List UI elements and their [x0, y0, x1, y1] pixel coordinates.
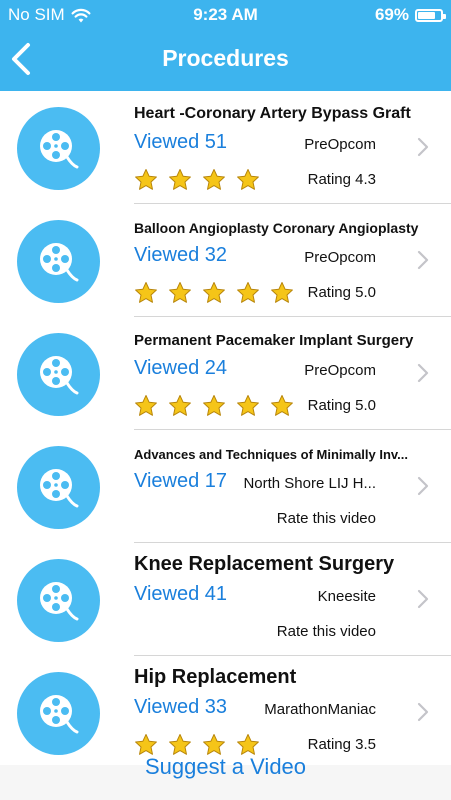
star-icon [169, 282, 191, 303]
battery-icon [415, 8, 446, 22]
star-icon [203, 395, 225, 416]
star-icon [169, 169, 191, 190]
procedure-list: Heart -Coronary Artery Bypass Graft View… [0, 91, 451, 769]
view-count: Viewed 41 [134, 583, 228, 605]
procedure-row[interactable]: Hip Replacement Viewed 33 MarathonManiac… [0, 656, 451, 769]
view-count: Viewed 51 [134, 131, 228, 153]
film-reel-icon [40, 130, 79, 169]
film-reel-icon [40, 695, 79, 734]
star-icon [237, 395, 259, 416]
film-reel-icon [40, 356, 79, 395]
star-icon [237, 169, 259, 190]
navigation-bar: No SIM 9:23 AM 69% Procedures [0, 0, 451, 91]
chevron-right-icon [417, 476, 429, 496]
procedure-row[interactable]: Balloon Angioplasty Coronary Angioplasty… [0, 204, 451, 317]
film-reel-icon [40, 243, 79, 282]
video-thumbnail [17, 672, 100, 755]
video-thumbnail [17, 333, 100, 416]
view-count: Viewed 32 [134, 244, 228, 266]
star-icon [135, 169, 157, 190]
star-icon [271, 282, 293, 303]
procedure-row[interactable]: Knee Replacement Surgery Viewed 41 Knees… [0, 543, 451, 656]
procedure-title: Hip Replacement [134, 666, 297, 688]
video-thumbnail [17, 107, 100, 190]
video-thumbnail [17, 446, 100, 529]
star-icon [237, 282, 259, 303]
view-count: Viewed 17 [134, 470, 228, 492]
rate-video-link[interactable]: Rate this video [277, 623, 376, 640]
star-icon [169, 395, 191, 416]
procedure-title: Advances and Techniques of Minimally Inv… [134, 447, 409, 462]
source-name: PreOpcom [304, 249, 376, 266]
star-icon [135, 282, 157, 303]
source-name: MarathonManiac [264, 701, 376, 718]
status-bar: No SIM 9:23 AM 69% [0, 0, 451, 30]
page-title: Procedures [162, 45, 289, 71]
procedure-title: Permanent Pacemaker Implant Surgery [134, 332, 414, 349]
video-thumbnail [17, 559, 100, 642]
battery-percent: 69% [374, 5, 409, 24]
source-name: North Shore LIJ H... [243, 475, 376, 492]
rating-label: Rating 5.0 [307, 397, 376, 414]
view-count: Viewed 24 [134, 357, 228, 379]
rating-label: Rating 3.5 [307, 736, 376, 753]
star-icon [271, 395, 293, 416]
source-name: PreOpcom [304, 136, 376, 153]
rating-label: Rating 4.3 [307, 171, 376, 188]
star-icon [203, 169, 225, 190]
film-reel-icon [40, 582, 79, 621]
chevron-right-icon [417, 137, 429, 157]
procedure-title: Knee Replacement Surgery [134, 553, 395, 575]
rate-video-link[interactable]: Rate this video [277, 510, 376, 527]
suggest-video-button[interactable]: Suggest a Video [0, 754, 451, 800]
suggest-video-label: Suggest a Video [144, 754, 307, 779]
procedure-title: Balloon Angioplasty Coronary Angioplasty [134, 220, 419, 236]
chevron-right-icon [417, 363, 429, 383]
source-name: Kneesite [317, 588, 376, 605]
star-icon [135, 395, 157, 416]
rating-label: Rating 5.0 [307, 284, 376, 301]
chevron-right-icon [417, 250, 429, 270]
procedure-title: Heart -Coronary Artery Bypass Graft [134, 105, 411, 122]
procedure-row[interactable]: Permanent Pacemaker Implant Surgery View… [0, 317, 451, 430]
film-reel-icon [40, 469, 79, 508]
video-thumbnail [17, 220, 100, 303]
star-icon [203, 282, 225, 303]
procedure-row[interactable]: Advances and Techniques of Minimally Inv… [0, 430, 451, 543]
view-count: Viewed 33 [134, 696, 228, 718]
chevron-right-icon [417, 589, 429, 609]
chevron-right-icon [417, 702, 429, 722]
procedure-row[interactable]: Heart -Coronary Artery Bypass Graft View… [0, 91, 451, 204]
source-name: PreOpcom [304, 362, 376, 379]
